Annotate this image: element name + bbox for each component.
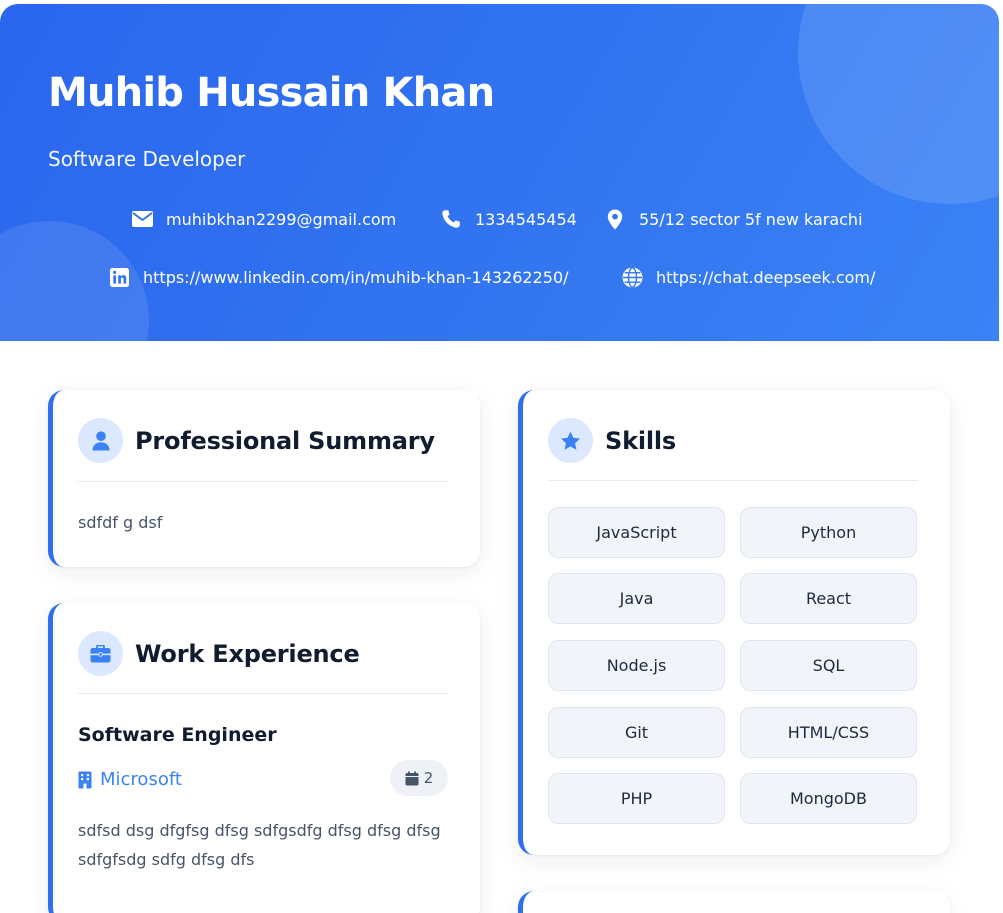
contact-email[interactable]: muhibkhan2299@gmail.com	[131, 208, 396, 230]
experience-card: Work Experience Software Engineer Micros…	[48, 603, 480, 913]
phone-icon	[440, 208, 462, 230]
skills-title: Skills	[605, 426, 677, 455]
globe-icon	[621, 266, 643, 288]
skill-tag: Git	[548, 707, 725, 758]
skill-tag: PHP	[548, 773, 725, 824]
envelope-icon	[131, 208, 153, 230]
duration-badge: 2	[390, 760, 448, 796]
summary-card-header: Professional Summary	[78, 418, 435, 463]
experience-card-header: Work Experience	[78, 631, 360, 676]
candidate-name: Muhib Hussain Khan	[48, 70, 495, 116]
decorative-circle	[798, 4, 999, 204]
contact-email-text: muhibkhan2299@gmail.com	[166, 209, 397, 229]
contact-address-text: 55/12 sector 5f new karachi	[639, 209, 863, 229]
contact-website-text: https://chat.deepseek.com/	[656, 267, 876, 287]
skills-card-header: Skills	[548, 418, 676, 463]
experience-divider	[78, 693, 448, 694]
job-title: Software Engineer	[78, 724, 277, 746]
summary-divider	[78, 481, 448, 482]
skill-tag: React	[740, 573, 917, 624]
company-name: Microsoft	[100, 769, 182, 790]
user-icon	[78, 418, 123, 463]
skill-tag: Node.js	[548, 640, 725, 691]
resume-header: Muhib Hussain Khan Software Developer mu…	[0, 4, 999, 341]
map-pin-icon	[604, 208, 626, 230]
contact-website[interactable]: https://chat.deepseek.com/	[621, 266, 875, 288]
contact-address: 55/12 sector 5f new karachi	[604, 208, 863, 230]
skill-tag: SQL	[740, 640, 917, 691]
summary-title: Professional Summary	[135, 426, 435, 455]
candidate-role: Software Developer	[48, 147, 246, 171]
skill-tag: JavaScript	[548, 507, 725, 558]
experience-title: Work Experience	[135, 639, 360, 668]
summary-card: Professional Summary sdfdf g dsf	[48, 390, 480, 567]
skill-tag: HTML/CSS	[740, 707, 917, 758]
contact-phone-text: 1334545454	[475, 209, 577, 229]
next-section-card	[518, 891, 950, 913]
linkedin-icon	[108, 266, 130, 288]
contact-linkedin-text: https://www.linkedin.com/in/muhib-khan-1…	[143, 267, 569, 287]
contact-linkedin[interactable]: https://www.linkedin.com/in/muhib-khan-1…	[108, 266, 569, 288]
briefcase-icon	[78, 631, 123, 676]
skill-tag: MongoDB	[740, 773, 917, 824]
skill-tag: Python	[740, 507, 917, 558]
duration-text: 2	[423, 769, 434, 787]
building-icon	[78, 771, 92, 789]
contact-phone[interactable]: 1334545454	[440, 208, 577, 230]
star-icon	[548, 418, 593, 463]
skill-tag: Java	[548, 573, 725, 624]
skills-divider	[548, 480, 918, 481]
job-company: Microsoft	[78, 769, 182, 790]
skills-card: Skills JavaScript Python Java React Node…	[518, 390, 950, 855]
resume-page: Muhib Hussain Khan Software Developer mu…	[0, 0, 999, 913]
summary-text: sdfdf g dsf	[78, 513, 163, 532]
calendar-icon	[405, 770, 419, 786]
job-description: sdfsd dsg dfgfsg dfsg sdfgsdfg dfsg dfsg…	[78, 821, 441, 869]
